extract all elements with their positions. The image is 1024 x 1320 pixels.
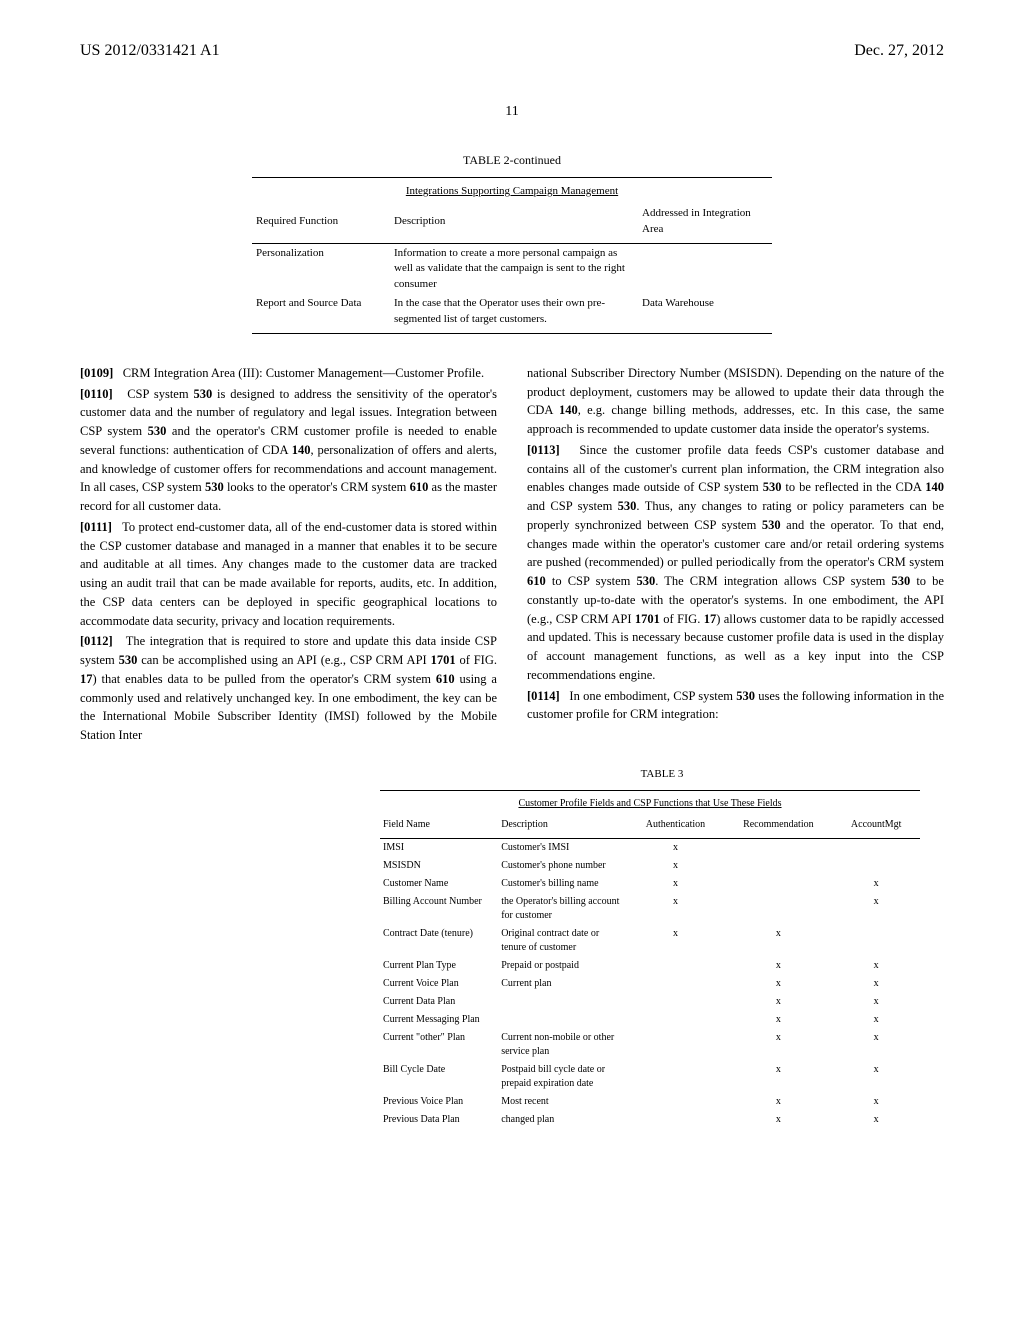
table-row: Current Plan TypePrepaid or postpaidxx [380,957,920,975]
table2-subtitle: Integrations Supporting Campaign Managem… [252,177,772,200]
table-row: Billing Account Numberthe Operator's bil… [380,893,920,925]
table-row: Current Voice PlanCurrent planxx [380,975,920,993]
table2-title: TABLE 2-continued [80,152,944,169]
table2-header-c3: Addressed in Integration Area [638,200,772,243]
table-row: Contract Date (tenure)Original contract … [380,925,920,957]
table2-header-c2: Description [390,200,638,243]
table-row: Previous Data Planchanged planxx [380,1111,920,1129]
para-0112-right: national Subscriber Directory Number (MS… [527,364,944,439]
para-0112-left: [0112] The integration that is required … [80,632,497,745]
table2: Integrations Supporting Campaign Managem… [252,177,772,334]
table3-header-c2: Description [498,812,626,839]
table-row: Previous Voice PlanMost recentxx [380,1093,920,1111]
table3-header-c1: Field Name [380,812,498,839]
page-number: 11 [80,102,944,122]
table3-title: TABLE 3 [380,767,944,782]
table-row: PersonalizationInformation to create a m… [252,243,772,294]
table3-subtitle: Customer Profile Fields and CSP Function… [380,791,920,813]
table-row: Customer NameCustomer's billing namexx [380,875,920,893]
table-row: Current Data Planxx [380,993,920,1011]
table2-header-c1: Required Function [252,200,390,243]
table-row: Report and Source DataIn the case that t… [252,294,772,333]
para-0114: [0114] In one embodiment, CSP system 530… [527,687,944,725]
publication-date: Dec. 27, 2012 [854,40,944,62]
body-columns: [0109] CRM Integration Area (III): Custo… [80,364,944,747]
publication-number: US 2012/0331421 A1 [80,40,220,62]
table3-container: TABLE 3 Customer Profile Fields and CSP … [380,767,944,1129]
table-row: Bill Cycle DatePostpaid bill cycle date … [380,1061,920,1093]
para-0111: [0111] To protect end-customer data, all… [80,518,497,631]
table3: Customer Profile Fields and CSP Function… [380,790,920,1129]
table-row: IMSICustomer's IMSIx [380,839,920,858]
left-column: [0109] CRM Integration Area (III): Custo… [80,364,497,747]
table3-header-c3: Authentication [627,812,725,839]
table3-header-c5: AccountMgt [832,812,920,839]
table-row: Current "other" PlanCurrent non-mobile o… [380,1029,920,1061]
table-row: Current Messaging Planxx [380,1011,920,1029]
para-0110: [0110] CSP system 530 is designed to add… [80,385,497,516]
table-row: MSISDNCustomer's phone numberx [380,857,920,875]
para-0109: [0109] CRM Integration Area (III): Custo… [80,364,497,383]
para-0113: [0113] Since the customer profile data f… [527,441,944,685]
table2-container: TABLE 2-continued Integrations Supportin… [80,152,944,334]
table3-header-c4: Recommendation [724,812,832,839]
page-header: US 2012/0331421 A1 Dec. 27, 2012 [80,40,944,62]
right-column: national Subscriber Directory Number (MS… [527,364,944,747]
